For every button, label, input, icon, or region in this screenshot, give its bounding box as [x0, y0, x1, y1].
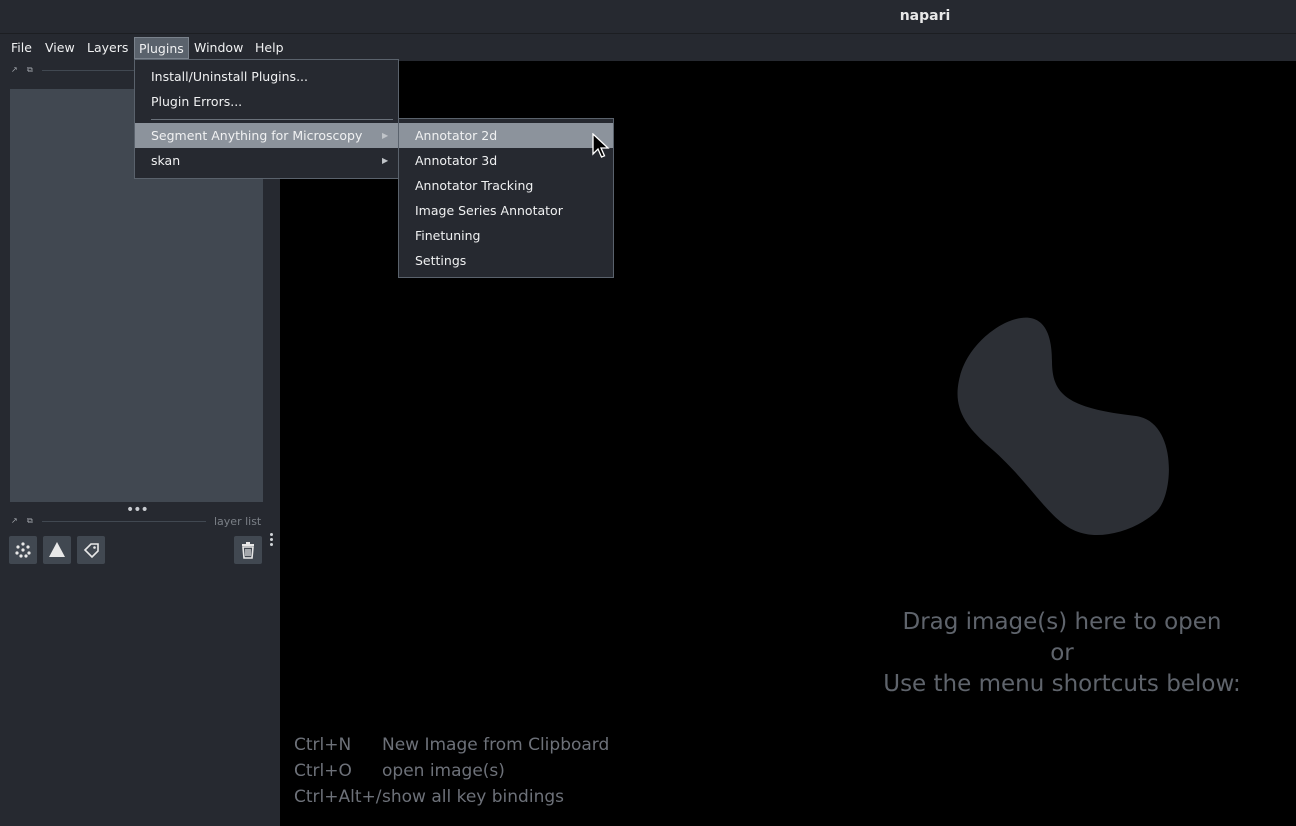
- menu-item-annotator-2d[interactable]: Annotator 2d: [399, 123, 613, 148]
- undock-icon[interactable]: ↗: [11, 516, 18, 525]
- menu-window[interactable]: Window: [190, 37, 247, 59]
- dock-title-line: [42, 521, 206, 522]
- float-icon[interactable]: ⧉: [27, 516, 33, 526]
- menu-separator: [151, 119, 393, 120]
- plugins-menu: Install/Uninstall Plugins... Plugin Erro…: [134, 59, 399, 179]
- welcome-message: Drag image(s) here to open or Use the me…: [860, 607, 1264, 700]
- shortcut-desc: New Image from Clipboard: [382, 735, 610, 755]
- more-options-icon[interactable]: [270, 531, 276, 548]
- shortcut-key: Ctrl+O: [294, 761, 352, 781]
- mouse-cursor-icon: [592, 133, 610, 158]
- new-shapes-layer-button[interactable]: [43, 536, 71, 564]
- menu-item-skan[interactable]: skan: [135, 148, 398, 173]
- menu-layers[interactable]: Layers: [83, 37, 132, 59]
- new-points-layer-icon: [15, 542, 31, 558]
- welcome-line-drag: Drag image(s) here to open: [902, 609, 1222, 635]
- napari-logo-blob: [957, 317, 1169, 536]
- window-title: napari: [899, 8, 951, 24]
- segment-anything-submenu: Annotator 2d Annotator 3d Annotator Trac…: [398, 118, 614, 278]
- delete-layer-button[interactable]: [234, 536, 262, 564]
- menu-help[interactable]: Help: [251, 37, 288, 59]
- submenu-arrow-icon: ▶: [382, 156, 389, 165]
- layer-list-label: layer list: [214, 515, 262, 528]
- shortcut-key: Ctrl+Alt+/: [294, 787, 382, 807]
- title-bar: napari: [0, 0, 1296, 34]
- submenu-arrow-icon: ▶: [382, 131, 389, 140]
- splitter-handle-icon[interactable]: •••: [126, 502, 149, 518]
- new-points-layer-button[interactable]: [9, 536, 37, 564]
- menu-item-settings[interactable]: Settings: [399, 248, 613, 273]
- float-icon[interactable]: ⧉: [27, 65, 33, 75]
- shortcut-desc: show all key bindings: [382, 787, 564, 807]
- menu-plugins[interactable]: Plugins: [134, 37, 189, 59]
- welcome-line-or: or: [1050, 640, 1074, 666]
- undock-icon[interactable]: ↗: [11, 65, 18, 74]
- menu-item-finetuning[interactable]: Finetuning: [399, 223, 613, 248]
- new-labels-layer-icon: [83, 543, 99, 559]
- menu-bar: File View Layers Plugins Window Help: [0, 35, 1296, 61]
- menu-file[interactable]: File: [7, 37, 36, 59]
- shortcut-desc: open image(s): [382, 761, 505, 781]
- menu-item-segment-anything[interactable]: Segment Anything for Microscopy: [135, 123, 398, 148]
- new-labels-layer-button[interactable]: [77, 536, 105, 564]
- welcome-line-shortcuts: Use the menu shortcuts below:: [883, 671, 1241, 697]
- menu-view[interactable]: View: [41, 37, 79, 59]
- menu-item-install-plugins[interactable]: Install/Uninstall Plugins...: [135, 64, 398, 89]
- menu-item-image-series-annotator[interactable]: Image Series Annotator: [399, 198, 613, 223]
- shortcut-key: Ctrl+N: [294, 735, 352, 755]
- new-shapes-layer-icon: [49, 542, 65, 557]
- menu-item-plugin-errors[interactable]: Plugin Errors...: [135, 89, 398, 114]
- menu-item-annotator-3d[interactable]: Annotator 3d: [399, 148, 613, 173]
- delete-layer-icon: [242, 542, 254, 559]
- menu-item-annotator-tracking[interactable]: Annotator Tracking: [399, 173, 613, 198]
